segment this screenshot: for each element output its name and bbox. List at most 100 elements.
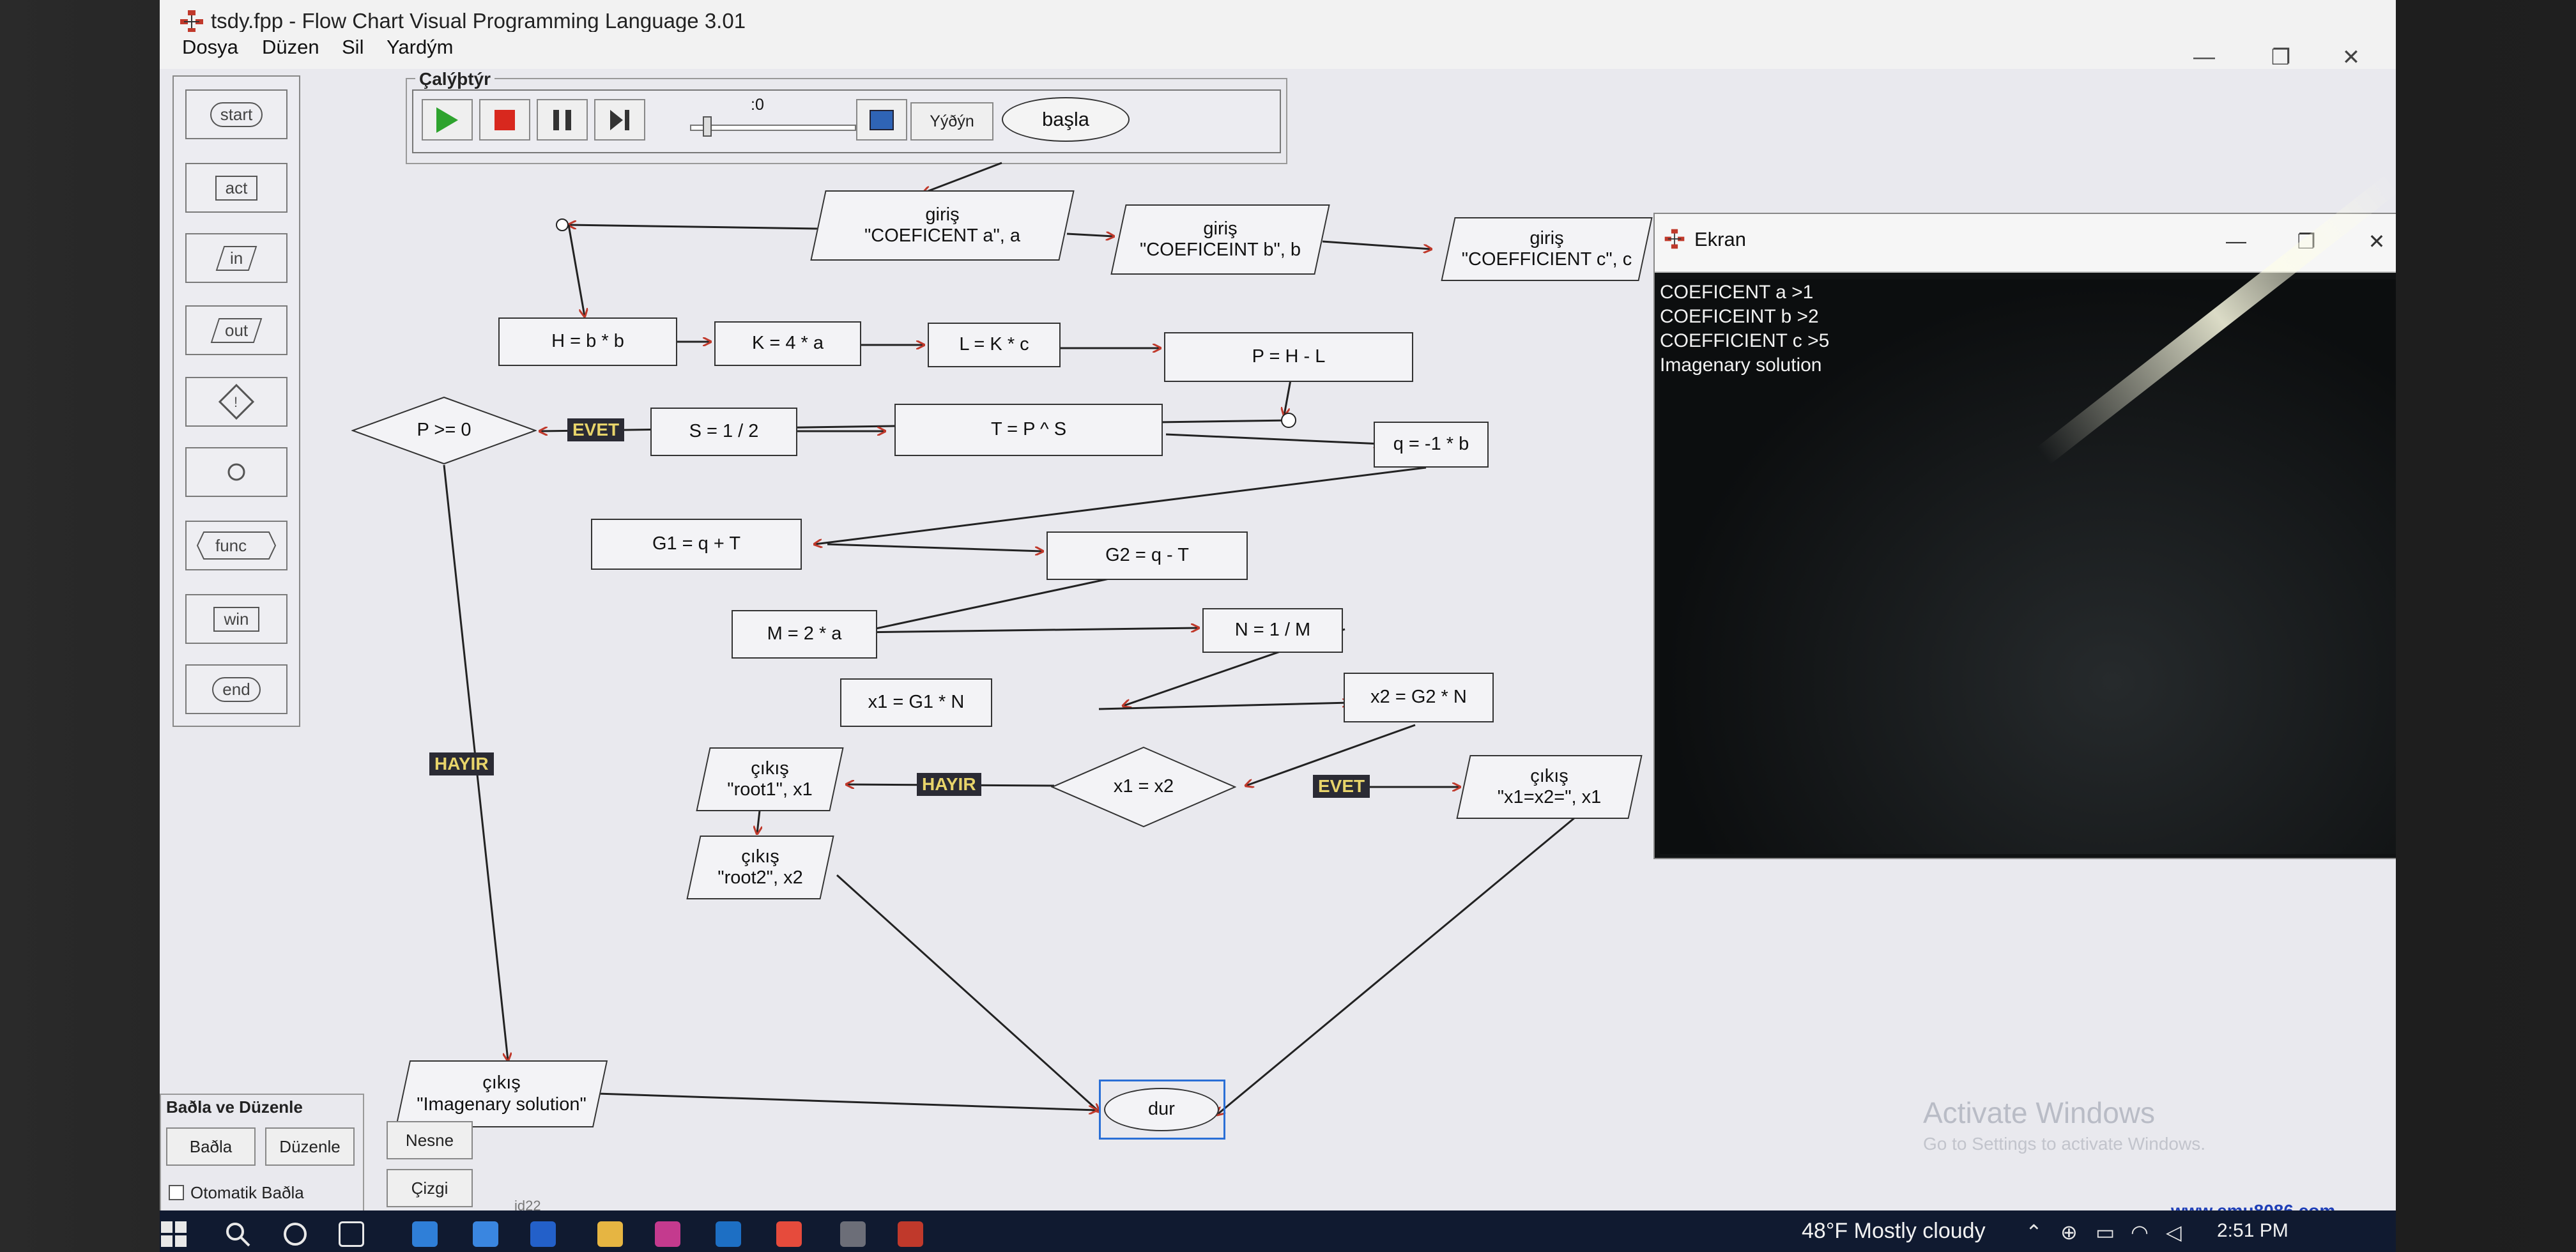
- output-close-button[interactable]: ✕: [2358, 229, 2396, 254]
- minimize-button[interactable]: —: [2185, 45, 2223, 70]
- palette-out-button[interactable]: out: [185, 305, 288, 355]
- menu-help[interactable]: Yardým: [387, 36, 454, 59]
- x2-node[interactable]: x2 = G2 * N: [1344, 673, 1494, 722]
- pause-icon: [553, 109, 571, 130]
- palette-act-button[interactable]: act: [185, 163, 288, 213]
- menu-file[interactable]: Dosya: [182, 36, 238, 59]
- output-imaginary-node[interactable]: çıkış "Imagenary solution": [395, 1060, 608, 1127]
- input-a-node[interactable]: giriş "COEFICENT a", a: [810, 190, 1075, 261]
- weather-widget[interactable]: 48°F Mostly cloudy: [1802, 1219, 1986, 1244]
- screen-button[interactable]: [856, 99, 907, 141]
- output-root1-text: çıkış "root1", x1: [727, 758, 813, 800]
- palette-in-button[interactable]: in: [185, 233, 288, 283]
- p-node[interactable]: P = H - L: [1164, 332, 1413, 382]
- battery-icon[interactable]: ▭: [2096, 1220, 2115, 1244]
- taskbar-clock[interactable]: 2:51 PM: [2217, 1220, 2288, 1242]
- stop-icon: [494, 109, 515, 130]
- input-b-node[interactable]: giriş "COEFICEINT b", b: [1110, 204, 1330, 275]
- menu-edit[interactable]: Düzen: [262, 36, 319, 59]
- arrange-button[interactable]: Düzenle: [265, 1127, 355, 1166]
- circle-icon: [227, 463, 245, 481]
- output-equal-text: çıkış "x1=x2=", x1: [1497, 765, 1602, 807]
- output-equal-node[interactable]: çıkış "x1=x2=", x1: [1456, 755, 1643, 819]
- palette-start-button[interactable]: start: [185, 89, 288, 139]
- app-flowchart-icon: [1664, 229, 1685, 249]
- h-node[interactable]: H = b * b: [498, 317, 677, 366]
- app-icon[interactable]: [716, 1221, 741, 1247]
- x-condition-node[interactable]: x1 = x2: [1051, 746, 1236, 828]
- menu-delete[interactable]: Sil: [342, 36, 364, 59]
- globe-icon[interactable]: ⊕: [2060, 1220, 2078, 1244]
- auto-connect-checkbox[interactable]: [169, 1185, 184, 1200]
- run-panel-legend: Çalýþtýr: [415, 69, 495, 89]
- app-icon[interactable]: [530, 1221, 556, 1247]
- line-button[interactable]: Çizgi: [387, 1169, 473, 1207]
- g1-node[interactable]: G1 = q + T: [591, 519, 802, 570]
- flowchart-taskbar-icon[interactable]: [898, 1221, 923, 1247]
- start-run-button[interactable]: başla: [1002, 97, 1130, 142]
- palette-in-label: in: [229, 248, 243, 268]
- folder-icon[interactable]: [597, 1221, 623, 1247]
- search-icon[interactable]: [224, 1220, 252, 1248]
- window-title: tsdy.fpp - Flow Chart Visual Programming…: [211, 9, 746, 33]
- connect-button[interactable]: Baðla: [166, 1127, 256, 1166]
- volume-icon[interactable]: ◁: [2166, 1220, 2182, 1244]
- t-node[interactable]: T = P ^ S: [894, 404, 1163, 456]
- app-icon[interactable]: [840, 1221, 866, 1247]
- x-condition-text: x1 = x2: [1113, 776, 1174, 797]
- palette-start-label: start: [210, 102, 263, 127]
- palette-in-shape: in: [215, 245, 257, 271]
- palette-decision-button[interactable]: !: [185, 377, 288, 427]
- pause-button[interactable]: [537, 99, 588, 141]
- p-condition-node[interactable]: P >= 0: [351, 396, 537, 465]
- output-line: COEFICENT a >1: [1660, 282, 1814, 303]
- close-button[interactable]: ✕: [2332, 45, 2370, 70]
- app-flowchart-icon: [180, 10, 203, 33]
- l-node[interactable]: L = K * c: [928, 323, 1061, 367]
- wifi-icon[interactable]: ◠: [2131, 1220, 2149, 1244]
- speed-slider-knob[interactable]: [703, 116, 712, 137]
- menu-bar: Dosya Düzen Sil Yardým: [160, 32, 2396, 69]
- speed-slider[interactable]: [690, 125, 856, 131]
- task-view-icon[interactable]: [281, 1220, 309, 1248]
- palette-connector-button[interactable]: [185, 447, 288, 497]
- g2-node[interactable]: G2 = q - T: [1046, 531, 1248, 580]
- output-root1-node[interactable]: çıkış "root1", x1: [696, 747, 844, 811]
- n-node[interactable]: N = 1 / M: [1202, 608, 1343, 653]
- no-label-p: HAYIR: [429, 752, 494, 775]
- s-node[interactable]: S = 1 / 2: [650, 408, 797, 456]
- palette-func-button[interactable]: func: [185, 521, 288, 570]
- output-imaginary-text: çıkış "Imagenary solution": [417, 1073, 586, 1115]
- palette-end-label: end: [212, 676, 261, 702]
- q-node[interactable]: q = -1 * b: [1374, 422, 1489, 468]
- input-a-text: giriş "COEFICENT a", a: [864, 204, 1021, 246]
- output-line: COEFFICIENT c >5: [1660, 330, 1830, 351]
- input-c-node[interactable]: giriş "COEFFICIENT c", c: [1441, 217, 1653, 281]
- object-button[interactable]: Nesne: [387, 1121, 473, 1159]
- palette-win-button[interactable]: win: [185, 594, 288, 644]
- edge-browser-icon[interactable]: [412, 1221, 438, 1247]
- input-b-text: giriş "COEFICEINT b", b: [1139, 218, 1301, 260]
- end-node[interactable]: dur: [1104, 1088, 1219, 1131]
- windows-start-icon[interactable]: [160, 1220, 188, 1248]
- output-root2-node[interactable]: çıkış "root2", x2: [686, 836, 834, 899]
- spread-button[interactable]: Yýðýn: [910, 102, 993, 141]
- output-console: COEFICENT a >1 COEFICEINT b >2 COEFFICIE…: [1660, 172, 2396, 854]
- app-icon[interactable]: [655, 1221, 680, 1247]
- step-button[interactable]: [594, 99, 645, 141]
- k-node[interactable]: K = 4 * a: [714, 321, 861, 366]
- palette-end-button[interactable]: end: [185, 664, 288, 714]
- restore-button[interactable]: ❐: [2262, 45, 2300, 70]
- output-window[interactable]: Ekran — ❐ ✕ COEFICENT a >1 COEFICEINT b …: [1653, 172, 2396, 859]
- p-condition-text: P >= 0: [417, 420, 471, 441]
- play-button[interactable]: [422, 99, 473, 141]
- chevron-up-icon[interactable]: ⌃: [2025, 1220, 2043, 1244]
- chrome-icon[interactable]: [776, 1221, 802, 1247]
- link-panel-title: Baðla ve Düzenle: [164, 1097, 305, 1117]
- store-icon[interactable]: [473, 1221, 498, 1247]
- x1-node[interactable]: x1 = G1 * N: [840, 678, 992, 727]
- widgets-icon[interactable]: [339, 1221, 364, 1247]
- m-node[interactable]: M = 2 * a: [732, 610, 877, 659]
- stop-button[interactable]: [479, 99, 530, 141]
- output-minimize-button[interactable]: —: [2217, 229, 2255, 253]
